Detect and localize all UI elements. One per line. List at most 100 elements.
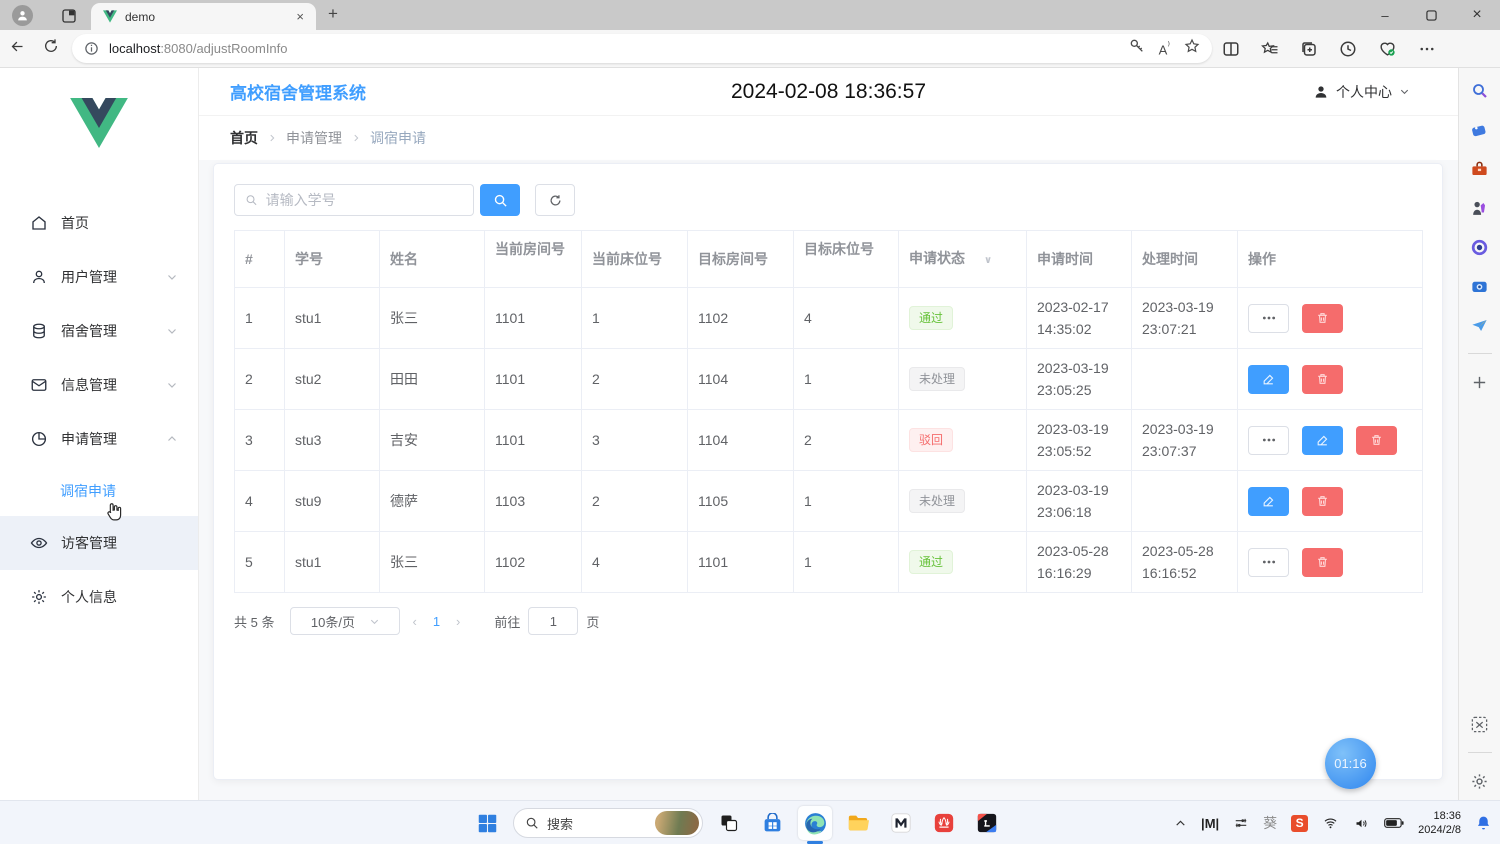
sidebar-screenshot-icon[interactable] — [1469, 713, 1491, 735]
sidebar-item-profile[interactable]: 个人信息 — [0, 570, 198, 624]
browser-tab[interactable]: demo × — [91, 3, 316, 30]
history-icon[interactable] — [1339, 40, 1357, 58]
student-id-search-field[interactable] — [234, 184, 474, 216]
delete-button[interactable] — [1302, 365, 1343, 394]
clock-date[interactable]: 18:36 2024/2/8 — [1418, 809, 1461, 837]
sidebar-add-icon[interactable] — [1469, 371, 1491, 393]
screen-recorder-timer[interactable]: 01:16 — [1325, 738, 1376, 789]
file-explorer-button[interactable] — [841, 806, 875, 840]
col-student-id[interactable]: 学号 — [285, 231, 380, 288]
sidebar-item-messages[interactable]: 信息管理 — [0, 358, 198, 412]
volume-icon[interactable] — [1353, 816, 1370, 831]
workspaces-icon[interactable] — [61, 8, 77, 24]
next-page-button[interactable]: › — [444, 614, 472, 629]
sort-caret-icon[interactable] — [326, 250, 338, 267]
col-status[interactable]: 申请状态∨ — [899, 231, 1027, 288]
read-aloud-icon[interactable]: A⁾ — [1159, 39, 1170, 57]
col-target-bed[interactable]: 目标床位号 — [794, 231, 899, 288]
refresh-button[interactable] — [34, 38, 68, 59]
password-key-icon[interactable] — [1129, 38, 1145, 59]
window-minimize-button[interactable]: – — [1362, 0, 1408, 30]
sidebar-games-icon[interactable] — [1469, 197, 1491, 219]
tray-sogou-icon[interactable]: S — [1291, 815, 1308, 832]
edit-button[interactable] — [1248, 365, 1289, 394]
start-button[interactable] — [470, 806, 504, 840]
address-bar[interactable]: localhost:8080/adjustRoomInfo A⁾ — [72, 34, 1212, 63]
breadcrumb-level1[interactable]: 申请管理 — [286, 128, 342, 148]
search-input[interactable] — [266, 192, 463, 208]
battery-icon[interactable] — [1384, 817, 1404, 829]
col-apply-time[interactable]: 申请时间 — [1027, 231, 1132, 288]
collections-icon[interactable] — [1300, 40, 1318, 58]
sort-caret-icon[interactable] — [771, 250, 783, 267]
sidebar-item-visitors[interactable]: 访客管理 — [0, 516, 198, 570]
sidebar-item-applications[interactable]: 申请管理 — [0, 412, 198, 466]
new-tab-button[interactable]: + — [328, 4, 338, 24]
sort-caret-icon[interactable] — [1201, 250, 1213, 267]
intellij-idea-button[interactable] — [970, 806, 1004, 840]
more-actions-button[interactable] — [1248, 548, 1289, 577]
huawei-app-button[interactable] — [927, 806, 961, 840]
tab-close-icon[interactable]: × — [292, 9, 308, 24]
sidebar-mail-plane-icon[interactable] — [1469, 314, 1491, 336]
wifi-icon[interactable] — [1322, 816, 1339, 830]
site-info-icon[interactable] — [84, 41, 99, 56]
user-center-menu[interactable]: 个人中心 — [1313, 82, 1410, 102]
more-actions-button[interactable] — [1248, 304, 1289, 333]
tray-marktext-icon[interactable]: |M| — [1201, 816, 1219, 831]
window-close-button[interactable]: × — [1454, 0, 1500, 30]
more-actions-button[interactable] — [1248, 426, 1289, 455]
notification-bell-icon[interactable] — [1475, 814, 1492, 832]
reset-button[interactable] — [535, 184, 575, 216]
col-current-room[interactable]: 当前房间号 — [485, 231, 582, 288]
goto-page-input[interactable] — [528, 607, 578, 635]
microsoft-store-button[interactable] — [755, 806, 789, 840]
window-maximize-button[interactable] — [1408, 0, 1454, 30]
sidebar-subitem-adjust-room[interactable]: 调宿申请 — [0, 466, 198, 516]
delete-button[interactable] — [1302, 548, 1343, 577]
tray-sliders-icon[interactable] — [1233, 816, 1249, 830]
sort-caret-icon[interactable] — [807, 260, 819, 277]
sidebar-wallet-icon[interactable] — [1469, 275, 1491, 297]
delete-button[interactable] — [1356, 426, 1397, 455]
sort-caret-icon[interactable] — [498, 260, 510, 277]
favorites-icon[interactable] — [1261, 40, 1279, 58]
delete-button[interactable] — [1302, 304, 1343, 333]
task-view-button[interactable] — [712, 806, 746, 840]
delete-button[interactable] — [1302, 487, 1343, 516]
col-target-room[interactable]: 目标房间号 — [688, 231, 794, 288]
more-menu-icon[interactable] — [1418, 40, 1436, 58]
edge-browser-button[interactable] — [798, 806, 832, 840]
edit-button[interactable] — [1302, 426, 1343, 455]
sidebar-search-icon[interactable] — [1469, 80, 1491, 102]
sort-caret-icon[interactable] — [968, 249, 980, 266]
search-button[interactable] — [480, 184, 520, 216]
sidebar-shopping-icon[interactable] — [1469, 119, 1491, 141]
sidebar-office-icon[interactable] — [1469, 236, 1491, 258]
tray-expand-chevron-icon[interactable] — [1174, 817, 1187, 830]
edit-button[interactable] — [1248, 487, 1289, 516]
breadcrumb-home[interactable]: 首页 — [230, 128, 258, 148]
sidebar-item-dorms[interactable]: 宿舍管理 — [0, 304, 198, 358]
prev-page-button[interactable]: ‹ — [400, 614, 428, 629]
back-button[interactable] — [0, 39, 34, 59]
split-screen-icon[interactable] — [1222, 40, 1240, 58]
tray-ime-kui-icon[interactable]: 葵 — [1263, 813, 1277, 833]
current-page[interactable]: 1 — [429, 614, 444, 629]
sort-caret-icon[interactable] — [1096, 250, 1108, 267]
browser-profile-avatar[interactable] — [12, 5, 33, 26]
sidebar-item-home[interactable]: 首页 — [0, 196, 198, 250]
search-highlight-image[interactable] — [655, 811, 699, 835]
col-process-time[interactable]: 处理时间 — [1132, 231, 1238, 288]
browser-essentials-icon[interactable] — [1378, 39, 1397, 58]
taskbar-search-box[interactable]: 搜索 — [513, 808, 703, 838]
sort-caret-icon[interactable] — [665, 250, 677, 267]
filter-chevron-icon[interactable]: ∨ — [984, 255, 992, 266]
marktext-app-button[interactable] — [884, 806, 918, 840]
favorite-star-icon[interactable] — [1184, 38, 1200, 59]
sidebar-tools-icon[interactable] — [1469, 158, 1491, 180]
col-current-bed[interactable]: 当前床位号 — [582, 231, 688, 288]
page-size-select[interactable]: 10条/页 — [290, 607, 400, 635]
sidebar-item-users[interactable]: 用户管理 — [0, 250, 198, 304]
sidebar-settings-gear-icon[interactable] — [1469, 770, 1491, 792]
